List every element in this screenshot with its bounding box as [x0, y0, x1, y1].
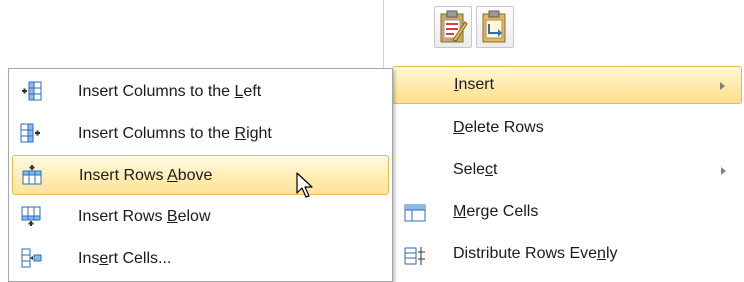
- paste-options-row: [384, 0, 744, 64]
- menu-item-insert-label: Insert: [454, 76, 495, 93]
- menu-item-merge-cells[interactable]: Merge Cells: [392, 194, 742, 232]
- submenu-item-label: Insert Columns to the Left: [78, 83, 262, 100]
- insert-columns-left-icon: [22, 81, 42, 101]
- paste-keep-formatting-button[interactable]: [434, 6, 472, 48]
- merge-cells-icon: [404, 204, 426, 222]
- submenu-item-label: Insert Rows Above: [79, 167, 213, 184]
- insert-rows-below-icon: [21, 206, 41, 226]
- distribute-rows-icon: [404, 247, 425, 265]
- menu-item-distribute-rows[interactable]: Distribute Rows Evenly: [392, 236, 742, 274]
- submenu-arrow-icon: [720, 82, 725, 90]
- mouse-cursor-icon: [296, 172, 313, 198]
- paste-text-only-button[interactable]: [476, 6, 514, 48]
- context-menu: Insert Delete Rows Select Merge Cells Di…: [383, 0, 744, 282]
- menu-item-distribute-rows-label: Distribute Rows Evenly: [453, 245, 618, 262]
- submenu-arrow-icon: [721, 167, 726, 175]
- submenu-item-insert-rows-above[interactable]: Insert Rows Above: [12, 155, 389, 195]
- submenu-item-insert-rows-below[interactable]: Insert Rows Below: [12, 197, 389, 237]
- menu-item-merge-cells-label: Merge Cells: [453, 203, 539, 220]
- insert-rows-above-icon: [22, 165, 42, 185]
- paste-text-only-icon: [482, 10, 506, 43]
- submenu-item-label: Insert Cells...: [78, 250, 172, 267]
- submenu-item-insert-columns-right[interactable]: Insert Columns to the Right: [12, 114, 389, 154]
- paste-keep-formatting-icon: [440, 10, 468, 43]
- menu-item-select[interactable]: Select: [392, 152, 742, 190]
- menu-item-delete-rows-label: Delete Rows: [453, 119, 544, 136]
- insert-submenu: Insert Columns to the Left Insert Column…: [8, 68, 393, 282]
- menu-item-insert[interactable]: Insert: [392, 66, 742, 104]
- submenu-item-label: Insert Columns to the Right: [78, 125, 272, 142]
- menu-item-delete-rows[interactable]: Delete Rows: [392, 110, 742, 148]
- submenu-item-insert-columns-left[interactable]: Insert Columns to the Left: [12, 72, 389, 112]
- submenu-item-insert-cells[interactable]: Insert Cells...: [12, 239, 389, 279]
- insert-columns-right-icon: [20, 123, 40, 143]
- insert-cells-icon: [21, 248, 42, 268]
- menu-item-select-label: Select: [453, 161, 498, 178]
- submenu-item-label: Insert Rows Below: [78, 208, 211, 225]
